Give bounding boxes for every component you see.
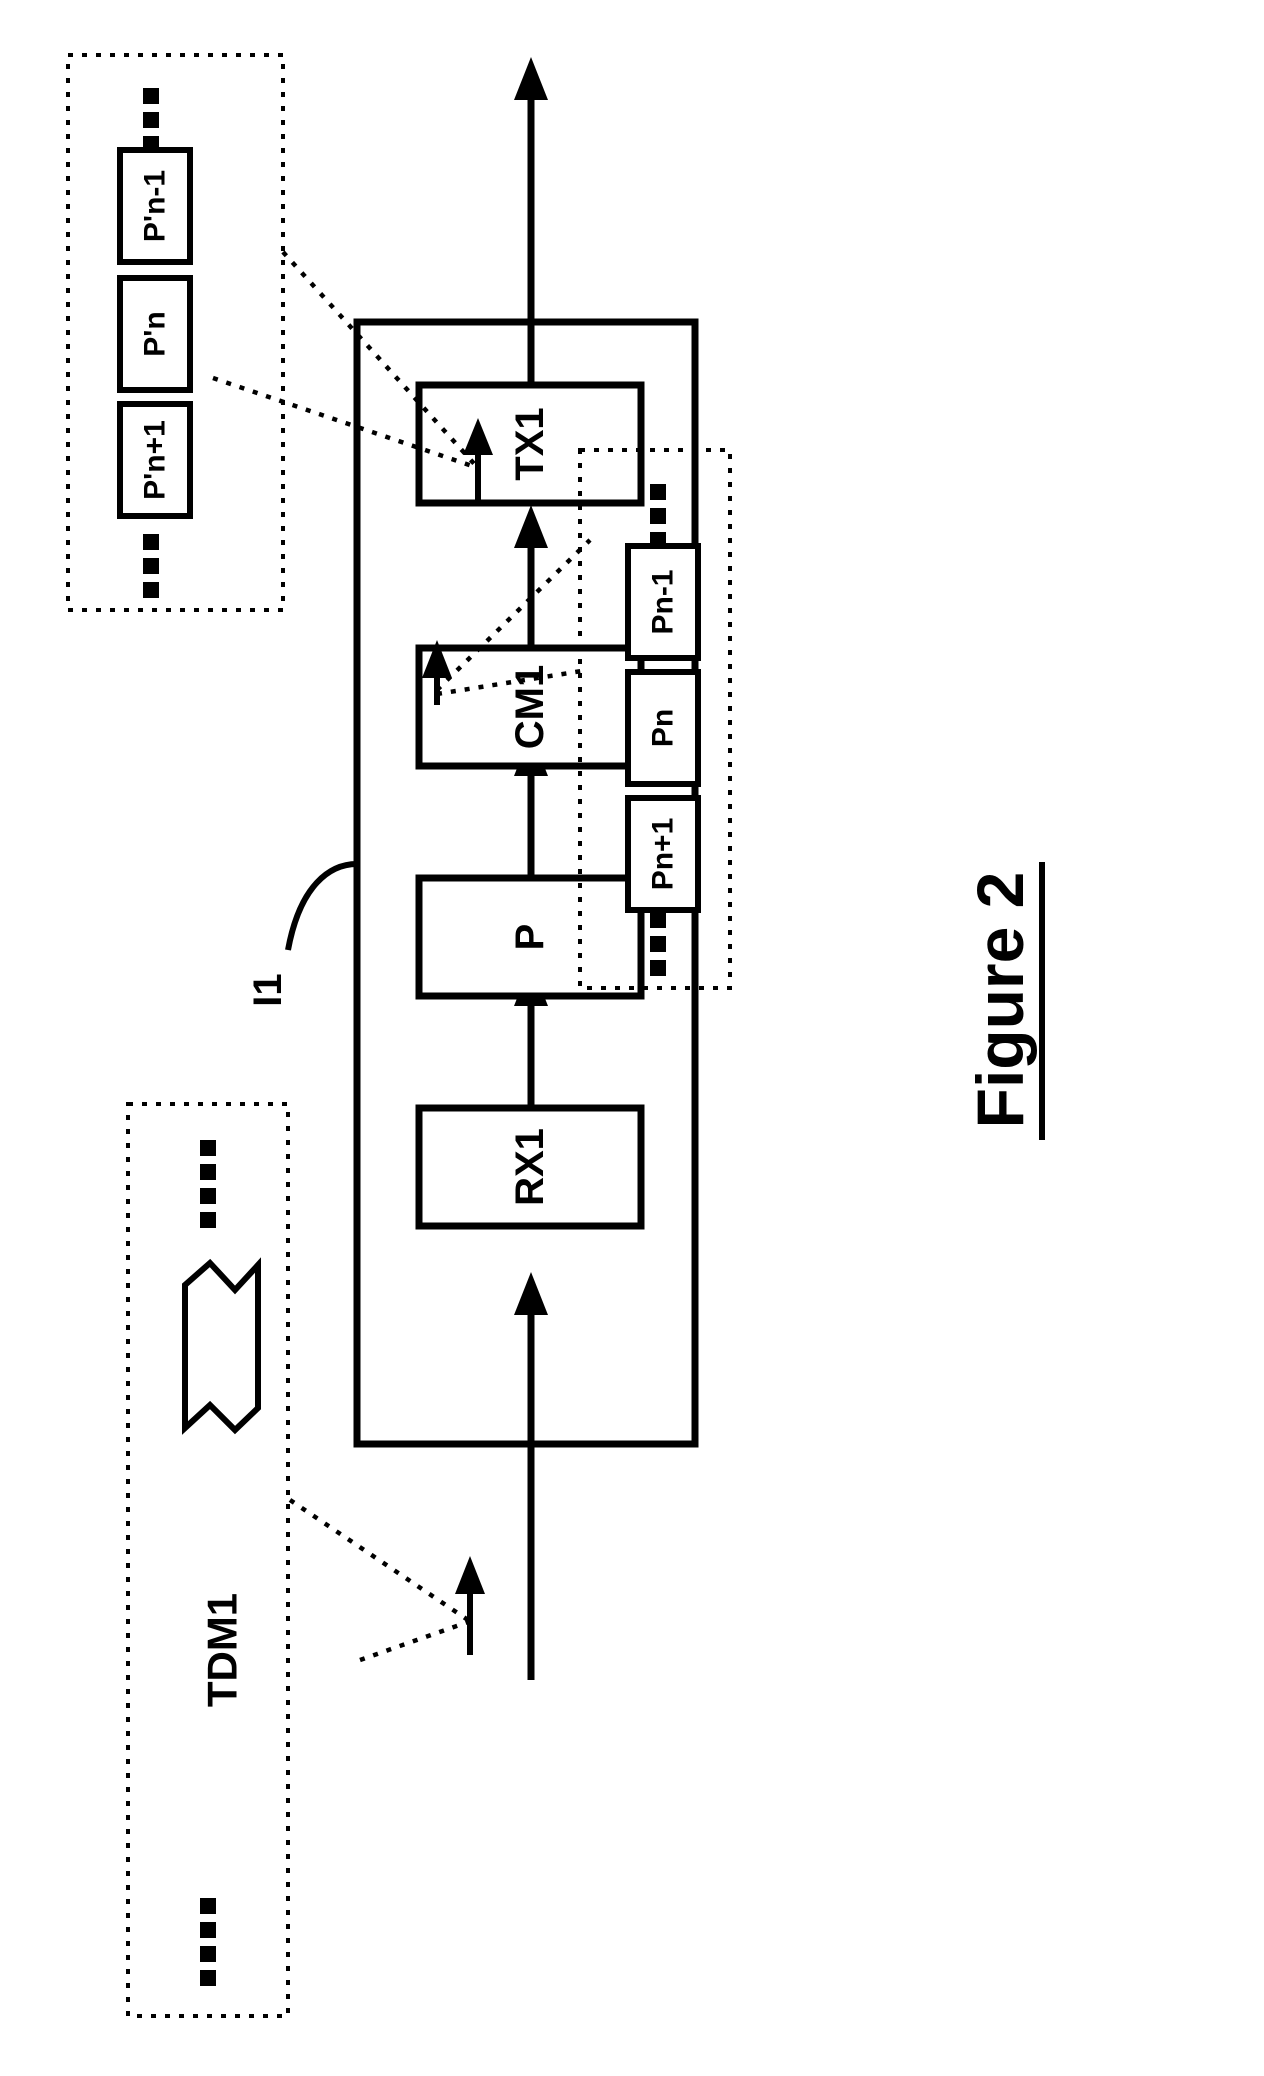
output-packets-leading-ellipsis bbox=[143, 88, 159, 152]
list-item-label: P'n bbox=[139, 311, 172, 356]
input-packets-trailing-ellipsis bbox=[650, 912, 666, 976]
block-rx1[interactable]: RX1 bbox=[415, 1104, 645, 1230]
output-packet-group: P'n-1 P'n P'n+1 bbox=[66, 53, 285, 612]
block-tx1-label: TX1 bbox=[508, 407, 552, 480]
input-packet-item-0[interactable]: Pn-1 bbox=[625, 543, 701, 661]
figure-canvas: TX1 CM1 P RX1 I1 P'n-1 P'n P'n+1 Pn-1 Pn… bbox=[66, 53, 1045, 2018]
arrow-cm1-to-tx1 bbox=[514, 505, 548, 650]
tdm-input-group bbox=[126, 1102, 290, 2018]
block-p-label: P bbox=[508, 924, 552, 951]
block-rx1-label: RX1 bbox=[508, 1128, 552, 1206]
arrow-tdm-into-rx1 bbox=[514, 1272, 548, 1680]
tdm-leading-ellipsis bbox=[200, 1140, 216, 1228]
list-item-label: Pn+1 bbox=[647, 818, 680, 891]
list-item-label: Pn bbox=[647, 709, 680, 747]
block-cm1-label: CM1 bbox=[508, 665, 552, 749]
arrow-tx1-output bbox=[514, 57, 548, 385]
patent-figure-2: TX1 CM1 P RX1 I1 P'n-1 P'n P'n+1 Pn-1 Pn… bbox=[0, 0, 1264, 2076]
reference-leader-i1: I1 bbox=[246, 861, 358, 1007]
leader-tdm1 bbox=[288, 1498, 470, 1663]
block-p[interactable]: P bbox=[415, 874, 645, 1000]
input-packet-item-1[interactable]: Pn bbox=[625, 669, 701, 787]
arrow-tdm-marker bbox=[455, 1556, 485, 1655]
output-packet-item-2[interactable]: P'n+1 bbox=[117, 401, 193, 519]
tdm-trailing-ellipsis bbox=[200, 1898, 216, 1986]
figure-title: Figure 2 bbox=[963, 872, 1037, 1129]
output-packet-item-1[interactable]: P'n bbox=[117, 275, 193, 393]
figure-title-group: Figure 2 bbox=[963, 862, 1045, 1140]
input-packets-leading-ellipsis bbox=[650, 484, 666, 548]
tdm1-frame-shape[interactable] bbox=[182, 1257, 261, 1435]
list-item-label: P'n-1 bbox=[139, 170, 172, 242]
output-packets-trailing-ellipsis bbox=[143, 534, 159, 598]
input-packet-item-2[interactable]: Pn+1 bbox=[625, 795, 701, 913]
output-packet-item-0[interactable]: P'n-1 bbox=[117, 147, 193, 265]
reference-label-i1: I1 bbox=[246, 973, 290, 1006]
block-tx1[interactable]: TX1 bbox=[415, 381, 645, 507]
list-item-label: Pn-1 bbox=[647, 569, 680, 634]
block-cm1[interactable]: CM1 bbox=[415, 644, 645, 770]
list-item-label: P'n+1 bbox=[139, 420, 172, 500]
